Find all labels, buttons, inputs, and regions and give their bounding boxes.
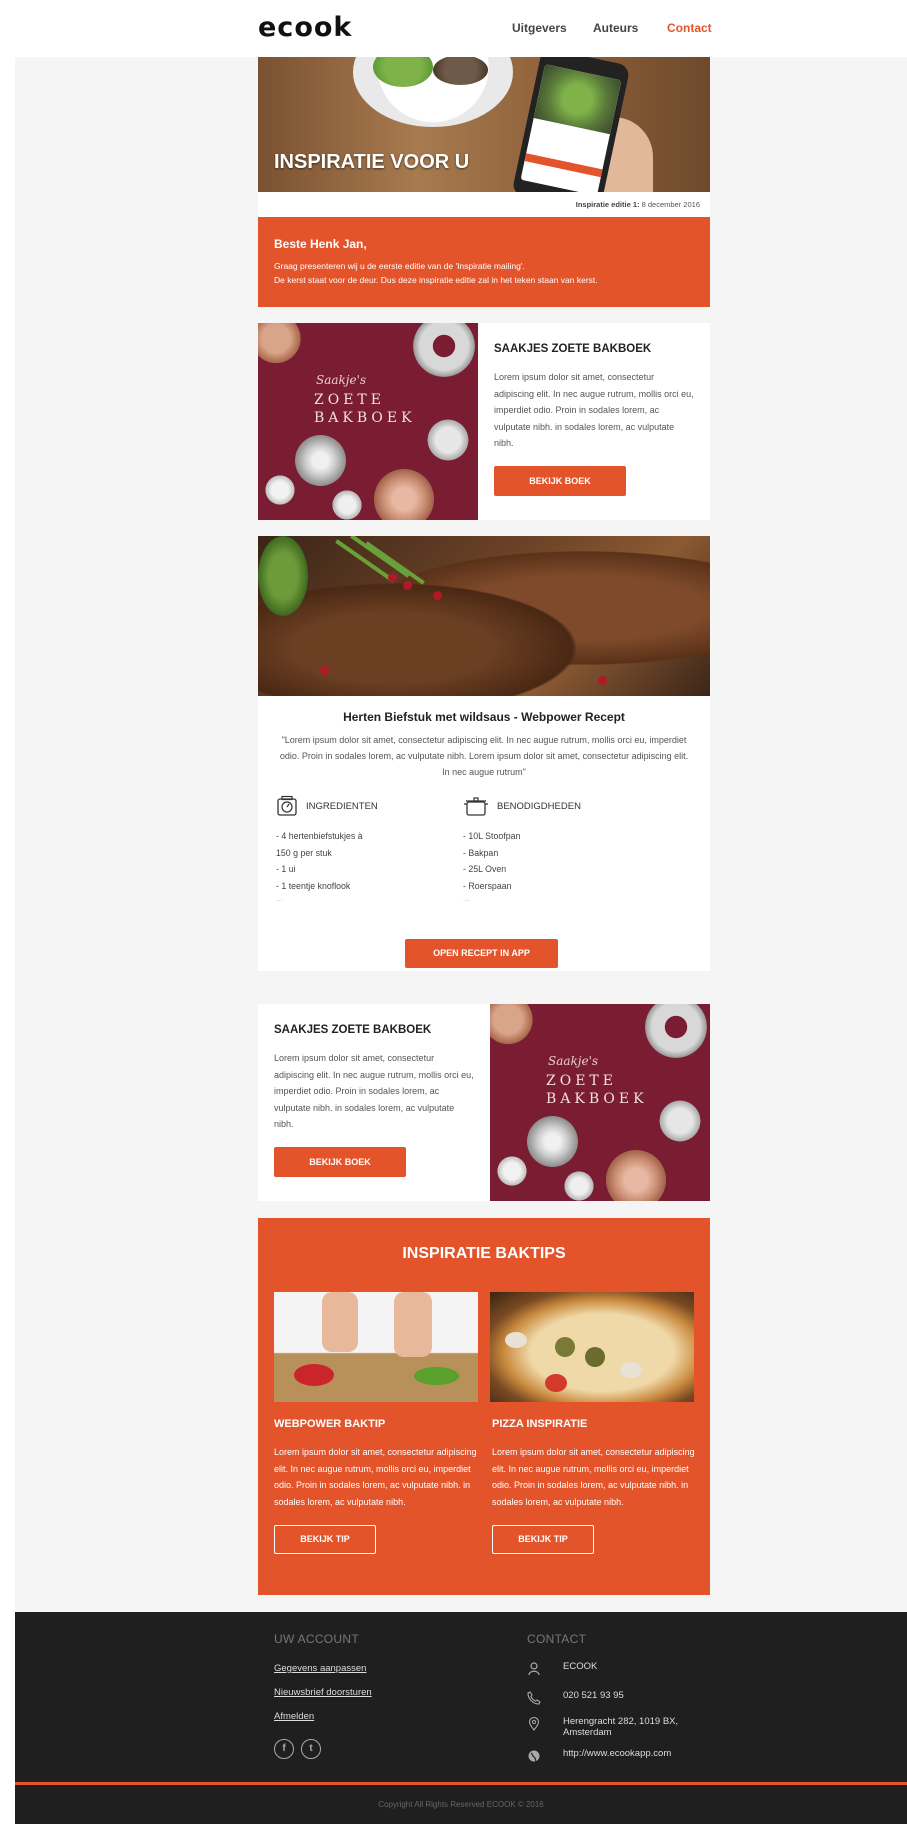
ingredients-list: - 4 hertenbiefstukjes à 150 g per stuk -…: [276, 828, 436, 894]
list-item: - Bakpan: [463, 847, 499, 858]
contact-address-line-2: Amsterdam: [563, 1727, 612, 1738]
contact-company-text: ECOOK: [563, 1661, 598, 1672]
book-row-1: Saakje's ZOETE BAKBOEK SAAKJES ZOETE BAK…: [258, 323, 710, 520]
edition-label: Inspiratie editie 1:: [575, 200, 640, 209]
edition-date: 8 december 2016: [639, 200, 700, 209]
nav-auteurs[interactable]: Auteurs: [593, 21, 638, 35]
book-title: SAAKJES ZOETE BAKBOEK: [274, 1024, 432, 1036]
bekijk-boek-button[interactable]: BEKIJK BOEK: [274, 1146, 406, 1177]
cutting-image[interactable]: [274, 1292, 478, 1402]
contact-title: CONTACT: [527, 1632, 587, 1646]
tools-label: BENODIGDHEDEN: [497, 800, 581, 812]
contact-company: ECOOK: [527, 1661, 597, 1676]
phone-icon: [527, 1691, 541, 1705]
book-cover-image[interactable]: Saakje's ZOETE BAKBOEK: [490, 1004, 710, 1201]
contact-phone: 020 521 93 95: [527, 1690, 624, 1705]
globe-icon: [528, 1750, 540, 1762]
contact-website: http://www.ecookapp.com: [527, 1748, 671, 1763]
list-item: - 1 ui: [276, 864, 296, 874]
steak-image[interactable]: [258, 536, 710, 696]
hero-banner: INSPIRATIE VOOR U: [258, 57, 710, 192]
ingredients-label: INGREDIENTEN: [306, 800, 378, 812]
scale-icon: [277, 795, 297, 816]
tools-list: - 10L Stoofpan - Bakpan - 25L Oven - Roe…: [463, 828, 623, 894]
tip-title: PIZZA INSPIRATIE: [492, 1418, 588, 1430]
tip-card-1: WEBPOWER BAKTIP Lorem ipsum dolor sit am…: [274, 1418, 478, 1554]
book-row-2: SAAKJES ZOETE BAKBOEK Lorem ipsum dolor …: [258, 1004, 710, 1201]
location-icon: [528, 1717, 540, 1731]
open-recept-button[interactable]: OPEN RECEPT IN APP: [405, 939, 558, 968]
ingredients-more: ...: [276, 894, 283, 903]
book-description: Lorem ipsum dolor sit amet, consectetur …: [494, 372, 694, 448]
gegevens-aanpassen-link[interactable]: Gegevens aanpassen: [274, 1663, 366, 1674]
edition-line: Inspiratie editie 1: 8 december 2016: [258, 192, 710, 217]
list-item: - 10L Stoofpan: [463, 831, 521, 841]
book-info: SAAKJES ZOETE BAKBOEK Lorem ipsum dolor …: [478, 323, 710, 514]
pizza-image[interactable]: [490, 1292, 694, 1402]
tip-card-2: PIZZA INSPIRATIE Lorem ipsum dolor sit a…: [492, 1418, 696, 1554]
afmelden-link[interactable]: Afmelden: [274, 1711, 314, 1722]
facebook-icon[interactable]: f: [274, 1739, 294, 1759]
baktips-title: INSPIRATIE BAKTIPS: [402, 1245, 566, 1262]
footer: UW ACCOUNT Gegevens aanpassen Nieuwsbrie…: [15, 1612, 907, 1785]
tip-title: WEBPOWER BAKTIP: [274, 1418, 386, 1430]
greeting-block: Beste Henk Jan, Graag presenteren wij u …: [258, 217, 710, 307]
pot-icon: [464, 797, 488, 816]
contact-address-line-1: Herengracht 282, 1019 BX,: [563, 1716, 679, 1727]
recipe-block: Herten Biefstuk met wildsaus - Webpower …: [258, 536, 710, 971]
book-title: SAAKJES ZOETE BAKBOEK: [494, 343, 652, 355]
list-item: 150 g per stuk: [276, 847, 332, 858]
copyright: Copyright All Rights Reserved ECOOK © 20…: [15, 1785, 907, 1824]
recipe-title: Herten Biefstuk met wildsaus - Webpower …: [343, 710, 625, 724]
list-item: - 1 teentje knoflook: [276, 880, 351, 891]
tip-text: Lorem ipsum dolor sit amet, consectetur …: [492, 1447, 695, 1507]
bekijk-tip-button[interactable]: BEKIJK TIP: [492, 1525, 594, 1554]
contact-address: Herengracht 282, 1019 BX, Amsterdam: [527, 1716, 678, 1738]
list-item: - Roerspaan: [463, 880, 512, 891]
twitter-icon[interactable]: t: [301, 1739, 321, 1759]
nav-uitgevers[interactable]: Uitgevers: [512, 21, 567, 35]
cover-title: ZOETE BAKBOEK: [546, 1073, 648, 1107]
list-item: - 25L Oven: [463, 864, 507, 874]
nav-contact[interactable]: Contact: [667, 21, 712, 35]
tools-more: ...: [463, 894, 470, 903]
hero-title: INSPIRATIE VOOR U: [274, 151, 470, 173]
tools-column: BENODIGDHEDEN - 10L Stoofpan - Bakpan - …: [463, 794, 623, 904]
book-cover-image[interactable]: Saakje's ZOETE BAKBOEK: [258, 323, 478, 520]
greeting-line-1: Graag presenteren wij u de eerste editie…: [274, 261, 525, 271]
tip-text: Lorem ipsum dolor sit amet, consectetur …: [274, 1447, 477, 1507]
book-description: Lorem ipsum dolor sit amet, consectetur …: [274, 1053, 474, 1129]
contact-website-text[interactable]: http://www.ecookapp.com: [563, 1748, 671, 1759]
baktips-block: INSPIRATIE BAKTIPS WEBPOWER BAKTIP Lorem…: [258, 1218, 710, 1595]
top-bar: ecook Uitgevers Auteurs Contact: [0, 0, 907, 57]
ingredients-column: INGREDIENTEN - 4 hertenbiefstukjes à 150…: [276, 794, 436, 904]
nieuwsbrief-doorsturen-link[interactable]: Nieuwsbrief doorsturen: [274, 1687, 372, 1698]
list-item: - 4 hertenbiefstukjes à: [276, 831, 363, 841]
contact-phone-text[interactable]: 020 521 93 95: [563, 1690, 624, 1701]
cover-script-title: Saakje's: [548, 1054, 599, 1068]
cover-script-title: Saakje's: [316, 373, 367, 387]
bekijk-tip-button[interactable]: BEKIJK TIP: [274, 1525, 376, 1554]
bekijk-boek-button[interactable]: BEKIJK BOEK: [494, 465, 626, 496]
recipe-quote: "Lorem ipsum dolor sit amet, consectetur…: [279, 735, 689, 777]
greeting-title: Beste Henk Jan,: [274, 237, 367, 251]
account-title: UW ACCOUNT: [274, 1632, 359, 1646]
logo[interactable]: ecook: [258, 12, 352, 43]
cover-title: ZOETE BAKBOEK: [314, 392, 416, 426]
book-info: SAAKJES ZOETE BAKBOEK Lorem ipsum dolor …: [258, 1004, 490, 1195]
user-icon: [528, 1662, 540, 1676]
greeting-line-2: De kerst staat voor de deur. Dus deze in…: [274, 275, 598, 285]
